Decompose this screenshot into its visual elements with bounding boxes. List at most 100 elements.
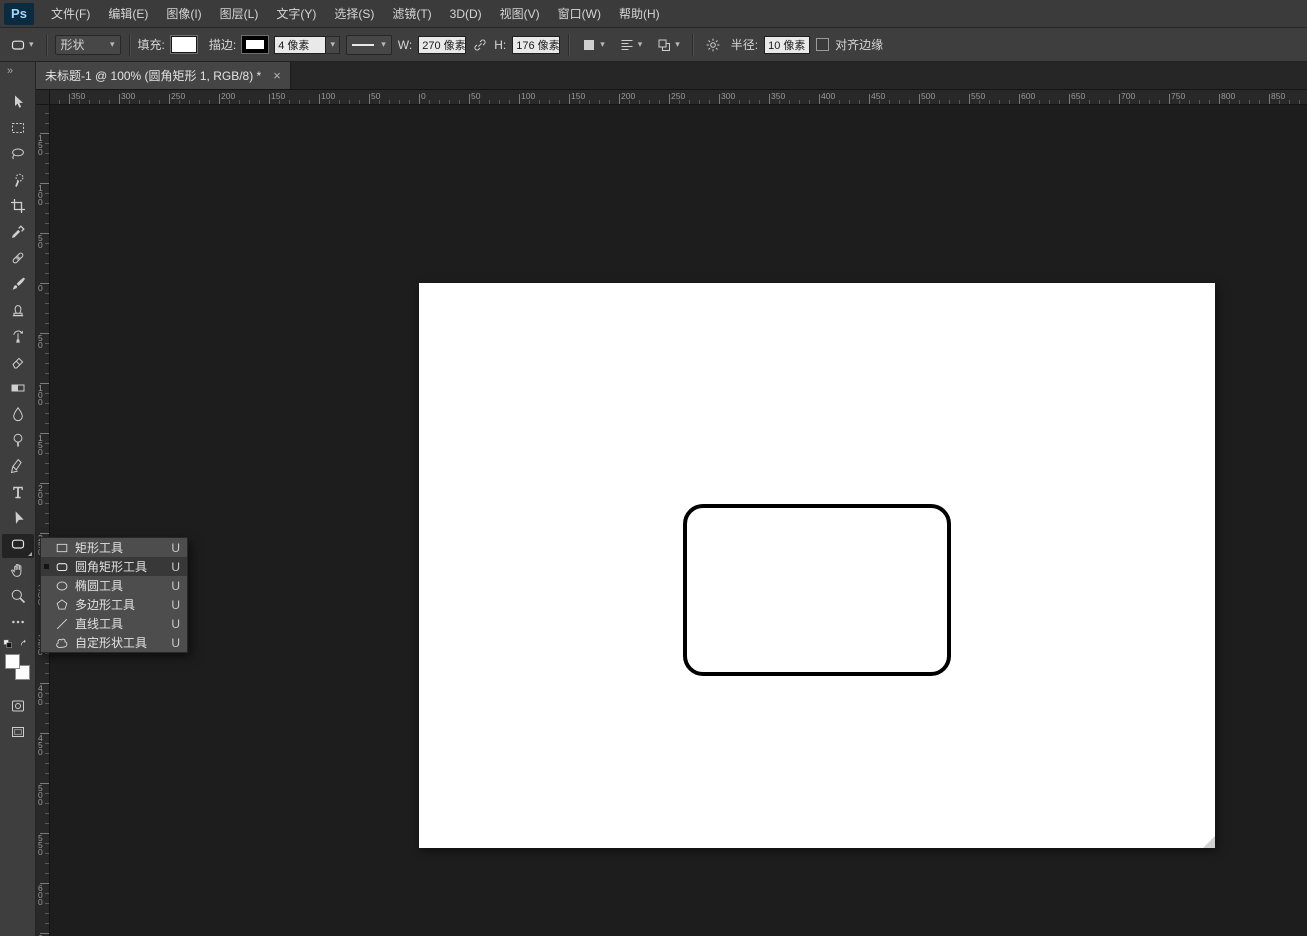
ruler-tick bbox=[45, 723, 49, 724]
ruler-tick bbox=[1139, 100, 1140, 104]
history-brush-tool[interactable] bbox=[2, 326, 34, 350]
ruler-tick bbox=[689, 100, 690, 104]
menu-item[interactable]: 编辑(E) bbox=[99, 0, 157, 28]
menu-item[interactable]: 图像(I) bbox=[157, 0, 210, 28]
more-options[interactable] bbox=[2, 612, 34, 636]
ruler-tick bbox=[919, 94, 920, 104]
ruler-tick bbox=[45, 453, 49, 454]
stroke-label: 描边: bbox=[208, 38, 237, 52]
quick-mask-button[interactable] bbox=[2, 696, 34, 720]
document-tab-title: 未标题-1 @ 100% (圆角矩形 1, RGB/8) * bbox=[45, 69, 262, 83]
rounded-rectangle-tool[interactable] bbox=[2, 534, 34, 558]
ruler-origin-corner[interactable] bbox=[36, 90, 50, 105]
document-tab[interactable]: 未标题-1 @ 100% (圆角矩形 1, RGB/8) * × bbox=[36, 62, 291, 89]
radius-input[interactable]: 10 像素 bbox=[764, 35, 811, 54]
lasso-tool[interactable] bbox=[2, 144, 34, 168]
clone-stamp-tool[interactable] bbox=[2, 300, 34, 324]
shape-height-input[interactable]: 176 像素 bbox=[512, 35, 561, 54]
ruler-tick bbox=[45, 113, 49, 114]
chevron-down-icon: ▾ bbox=[675, 39, 680, 49]
eraser-tool[interactable] bbox=[2, 352, 34, 376]
link-dimensions-icon[interactable] bbox=[472, 37, 488, 53]
dodge-tool[interactable] bbox=[2, 430, 34, 454]
menu-item[interactable]: 窗口(W) bbox=[549, 0, 610, 28]
menu-item[interactable]: 视图(V) bbox=[491, 0, 549, 28]
path-selection-tool[interactable] bbox=[2, 508, 34, 532]
menu-item[interactable]: 选择(S) bbox=[325, 0, 383, 28]
ruler-tick bbox=[869, 94, 870, 104]
ruler-tick bbox=[1199, 100, 1200, 104]
rounded-rectangle-shape[interactable] bbox=[683, 504, 951, 676]
menu-item[interactable]: 帮助(H) bbox=[610, 0, 669, 28]
ruler-tick bbox=[45, 523, 49, 524]
stroke-color-swatch[interactable] bbox=[241, 35, 270, 54]
hand-tool[interactable] bbox=[2, 560, 34, 584]
geometry-options-button[interactable] bbox=[701, 33, 725, 57]
menu-item[interactable]: 文字(Y) bbox=[267, 0, 325, 28]
pen-tool-icon bbox=[10, 458, 26, 479]
eyedropper-tool[interactable] bbox=[2, 222, 34, 246]
flyout-item-ellipse-tool[interactable]: 椭圆工具 U bbox=[41, 576, 187, 595]
path-alignment-button[interactable]: ▾ bbox=[615, 33, 647, 57]
screen-mode-button[interactable] bbox=[2, 722, 34, 746]
shape-width-input[interactable]: 270 像素 bbox=[418, 35, 467, 54]
document-canvas[interactable] bbox=[419, 283, 1215, 848]
ruler-tick bbox=[1039, 100, 1040, 104]
tool-preset-picker[interactable]: ▾ bbox=[6, 33, 38, 57]
ruler-tick bbox=[299, 100, 300, 104]
path-operations-button[interactable]: ▾ bbox=[577, 33, 609, 57]
brush-tool[interactable] bbox=[2, 274, 34, 298]
tool-mode-dropdown[interactable]: 形状 ▾ bbox=[54, 34, 121, 55]
move-tool[interactable] bbox=[2, 92, 34, 116]
spot-healing-brush-tool[interactable] bbox=[2, 248, 34, 272]
ruler-tick bbox=[779, 100, 780, 104]
quick-selection-tool[interactable] bbox=[2, 170, 34, 194]
align-edges-checkbox[interactable] bbox=[816, 38, 830, 51]
path-arrangement-button[interactable]: ▾ bbox=[652, 33, 684, 57]
more-options-icon bbox=[10, 614, 26, 635]
zoom-tool[interactable] bbox=[2, 586, 34, 610]
ruler-tick bbox=[569, 94, 570, 104]
ruler-tick bbox=[59, 100, 60, 104]
ruler-tick bbox=[599, 100, 600, 104]
blur-tool-icon bbox=[10, 406, 26, 427]
tab-close-icon[interactable]: × bbox=[273, 69, 281, 82]
ruler-tick bbox=[1219, 94, 1220, 104]
menu-item[interactable]: 滤镜(T) bbox=[383, 0, 440, 28]
ruler-tick bbox=[909, 100, 910, 104]
flyout-item-rectangle-tool[interactable]: 矩形工具 U bbox=[41, 538, 187, 557]
stroke-width-combo[interactable]: 4 像素 ▾ bbox=[274, 35, 341, 54]
clone-stamp-tool-icon bbox=[10, 302, 26, 323]
stroke-type-dropdown[interactable]: ▾ bbox=[346, 34, 392, 55]
ruler-tick bbox=[1209, 100, 1210, 104]
chevron-down-icon[interactable]: ▾ bbox=[326, 35, 341, 54]
resize-grip[interactable] bbox=[1203, 836, 1215, 848]
crop-tool[interactable] bbox=[2, 196, 34, 220]
flyout-item-polygon-tool[interactable]: 多边形工具 U bbox=[41, 595, 187, 614]
toolbar-collapse-button[interactable]: » bbox=[0, 62, 35, 77]
blur-tool[interactable] bbox=[2, 404, 34, 428]
ruler-tick bbox=[119, 94, 120, 104]
ruler-tick bbox=[819, 94, 820, 104]
ruler-tick bbox=[1059, 100, 1060, 104]
menu-item[interactable]: 3D(D) bbox=[441, 0, 491, 28]
ruler-tick bbox=[89, 100, 90, 104]
ruler-tick bbox=[589, 100, 590, 104]
pen-tool[interactable] bbox=[2, 456, 34, 480]
horizontal-ruler[interactable]: 350 300 250 200 150 100 50 0 50 100 150 200 250 300 35… bbox=[50, 90, 1307, 105]
flyout-item-shortcut: U bbox=[171, 540, 180, 555]
flyout-item-rounded-rectangle-tool[interactable]: 圆角矩形工具 U bbox=[41, 557, 187, 576]
stroke-width-input[interactable]: 4 像素 bbox=[274, 35, 327, 54]
gradient-tool[interactable] bbox=[2, 378, 34, 402]
menu-item[interactable]: 文件(F) bbox=[42, 0, 99, 28]
type-tool[interactable] bbox=[2, 482, 34, 506]
rectangular-marquee-tool[interactable] bbox=[2, 118, 34, 142]
vertical-ruler[interactable]: 1 5 01 0 05 005 01 0 01 5 02 0 02 5 03 0… bbox=[36, 105, 50, 936]
menu-item[interactable]: 图层(L) bbox=[211, 0, 268, 28]
ruler-tick bbox=[45, 923, 49, 924]
flyout-item-line-tool[interactable]: 直线工具 U bbox=[41, 614, 187, 633]
fill-color-swatch[interactable] bbox=[169, 35, 198, 54]
ruler-tick bbox=[859, 100, 860, 104]
flyout-item-custom-shape-tool[interactable]: 自定形状工具 U bbox=[41, 633, 187, 652]
foreground-color-swatch[interactable] bbox=[5, 654, 20, 669]
